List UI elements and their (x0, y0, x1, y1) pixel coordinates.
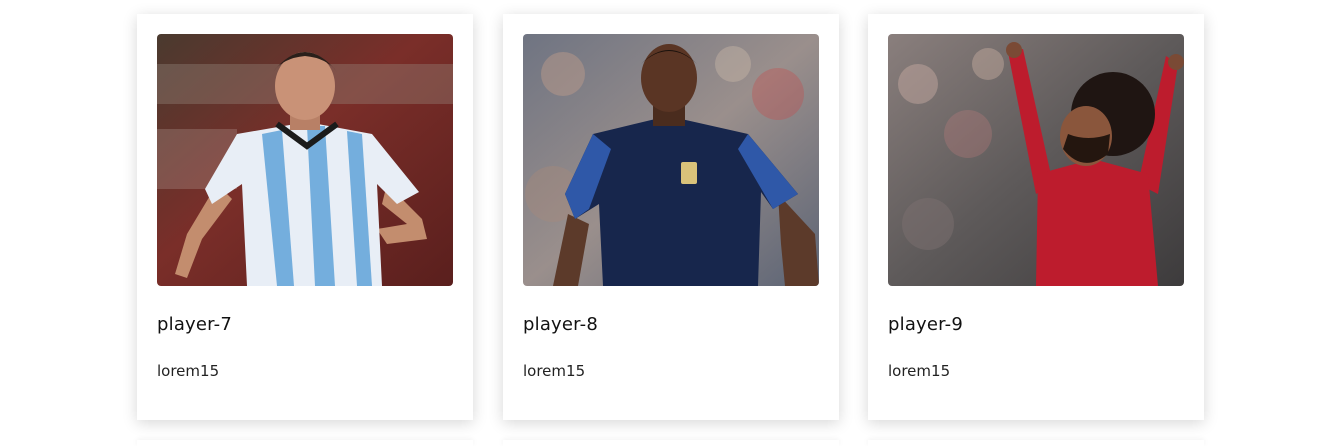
player-cards-row: player-7 lorem15 player-8 lorem15 player… (0, 0, 1331, 446)
player-description: lorem15 (157, 362, 220, 380)
next-row-card-edge (137, 440, 473, 446)
player-card[interactable]: player-7 lorem15 (137, 14, 473, 420)
player-photo-argentina (157, 34, 453, 286)
player-description: lorem15 (523, 362, 586, 380)
player-photo (523, 34, 819, 286)
player-name: player-7 (157, 314, 232, 335)
next-row-card-edge (868, 440, 1204, 446)
player-description: lorem15 (888, 362, 951, 380)
player-card[interactable]: player-8 lorem15 (503, 14, 839, 420)
next-row-card-edge (503, 440, 839, 446)
player-photo-liverpool (888, 34, 1184, 286)
player-name: player-8 (523, 314, 598, 335)
player-name: player-9 (888, 314, 963, 335)
player-photo (888, 34, 1184, 286)
player-photo-france (523, 34, 819, 286)
player-photo (157, 34, 453, 286)
player-card[interactable]: player-9 lorem15 (868, 14, 1204, 420)
